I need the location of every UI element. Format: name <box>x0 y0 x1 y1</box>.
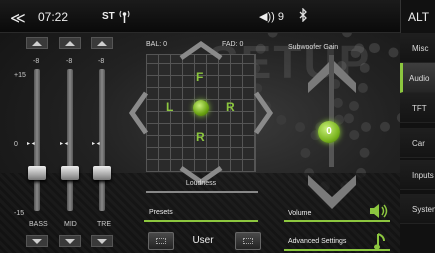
mid-up-button[interactable] <box>59 37 81 49</box>
preset-value: User <box>192 235 214 246</box>
advanced-underline <box>284 249 390 251</box>
bluetooth-icon <box>299 8 307 22</box>
speaker-icon[interactable] <box>369 203 389 219</box>
menu-item-audio[interactable]: Audio <box>400 63 435 93</box>
mid-slider-track[interactable] <box>67 69 73 211</box>
treble-up-button[interactable] <box>91 37 113 49</box>
left-letter: L <box>166 100 174 114</box>
preset-prev-button[interactable] <box>148 232 174 250</box>
treble-label: TRE <box>97 221 111 228</box>
volume-level: 9 <box>277 11 284 23</box>
bass-slider-track[interactable] <box>34 69 40 211</box>
balance-right-arrow <box>253 91 274 135</box>
loudness-label: Loudness <box>185 180 217 187</box>
music-note-icon[interactable] <box>374 232 386 250</box>
treble-slider-track[interactable] <box>99 69 105 211</box>
presets-underline <box>144 220 258 222</box>
settings-menu: Misc Audio TFT Car Inputs System <box>400 33 435 253</box>
balance-fader-handle[interactable] <box>193 100 209 116</box>
volume-icon: ◀)) <box>259 11 275 23</box>
bass-label: BASS <box>29 221 48 228</box>
status-bar: ≪ 07:22 ST ◀)) 9 ALT <box>0 0 435 33</box>
preset-next-button[interactable] <box>235 232 261 250</box>
volume-label: Volume <box>288 210 312 217</box>
mid-value: -8 <box>66 58 73 65</box>
rear-letter: R <box>196 130 205 144</box>
right-letter: R <box>226 100 235 114</box>
clock: 07:22 <box>38 10 69 24</box>
eq-scale-bottom: -15 <box>14 210 25 217</box>
fader-front-arrow <box>179 40 223 61</box>
treble-slider-knob[interactable] <box>93 166 111 180</box>
presets-label: Presets <box>149 209 173 216</box>
bass-down-button[interactable] <box>26 235 48 247</box>
mid-tick: ▸ ◂ <box>60 141 68 147</box>
loudness-toggle[interactable] <box>146 191 258 193</box>
subwoofer-slider-track[interactable] <box>329 55 334 167</box>
audio-settings-panel: SETUP +15 0 -15 -8 ▸ ◂ BASS -8 ▸ ◂ MID -… <box>0 33 400 253</box>
treble-tick: ▸ ◂ <box>92 141 100 147</box>
volume-indicator: ◀)) 9 <box>259 10 284 23</box>
bass-slider-knob[interactable] <box>28 166 46 180</box>
treble-down-button[interactable] <box>91 235 113 247</box>
back-icon[interactable]: ≪ <box>10 9 26 27</box>
front-letter: F <box>196 70 204 84</box>
mid-label: MID <box>64 221 77 228</box>
menu-item-inputs[interactable]: Inputs <box>400 160 435 190</box>
eq-scale-top: +15 <box>14 72 26 79</box>
menu-item-car[interactable]: Car <box>400 128 435 158</box>
volume-underline <box>284 220 390 222</box>
mid-slider-knob[interactable] <box>61 166 79 180</box>
advanced-settings-label[interactable]: Advanced Settings <box>288 238 346 245</box>
treble-value: -8 <box>98 58 105 65</box>
mid-down-button[interactable] <box>59 235 81 247</box>
menu-item-misc[interactable]: Misc <box>400 33 435 63</box>
antenna-icon <box>119 10 130 23</box>
subwoofer-slider-knob[interactable]: 0 <box>318 121 340 143</box>
subwoofer-down-arrow <box>308 175 356 209</box>
menu-item-tft[interactable]: TFT <box>400 93 435 123</box>
menu-item-system[interactable]: System <box>400 194 435 224</box>
bass-up-button[interactable] <box>26 37 48 49</box>
balance-left-arrow <box>128 91 149 135</box>
eq-scale-mid: 0 <box>14 141 18 148</box>
bass-value: -8 <box>33 58 40 65</box>
bass-tick: ▸ ◂ <box>27 141 35 147</box>
stereo-indicator: ST <box>102 11 115 22</box>
app-title: ALT <box>400 0 435 33</box>
